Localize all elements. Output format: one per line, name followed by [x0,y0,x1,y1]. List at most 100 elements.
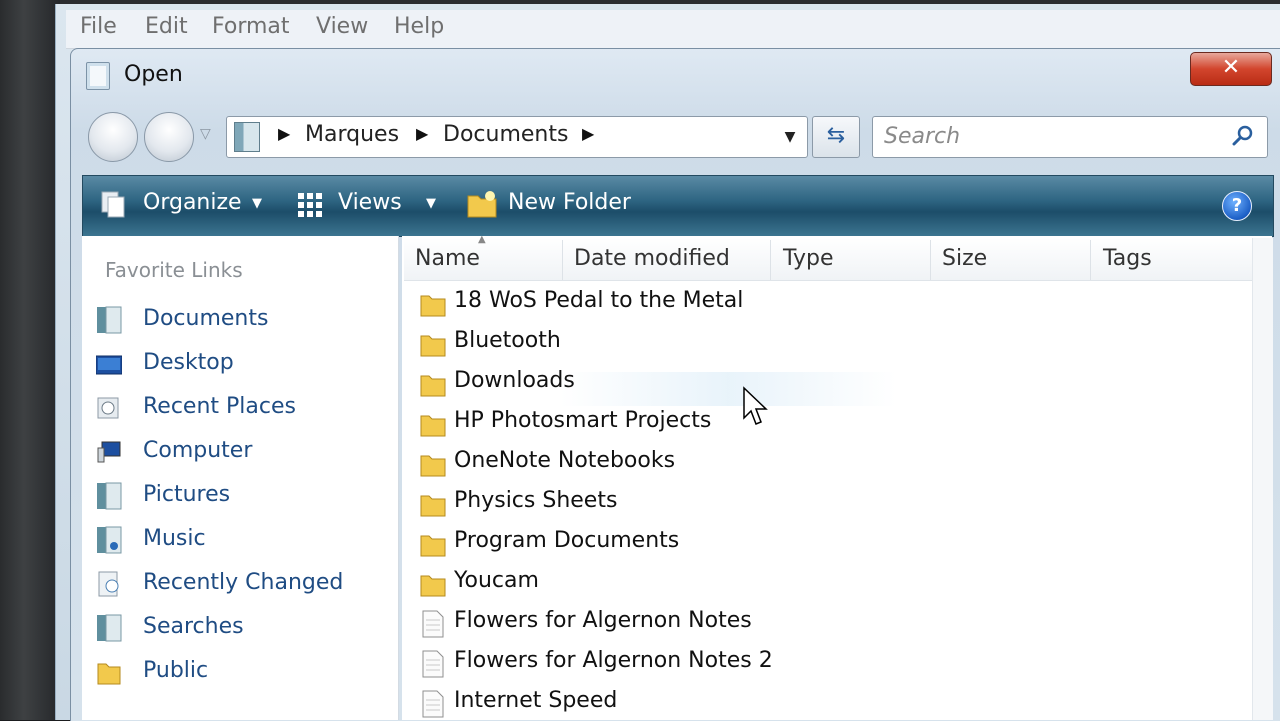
sidebar-item-label: Documents [143,306,269,331]
file-name: Flowers for Algernon Notes [454,608,752,633]
libraries-icon [234,122,260,152]
folder-icon [420,455,446,477]
file-name: 18 WoS Pedal to the Metal [454,288,744,313]
desktop-edge [0,0,60,720]
column-divider[interactable] [562,240,563,280]
music-icon [97,526,122,554]
column-header-type[interactable]: Type [783,246,834,271]
folder-icon [420,335,446,357]
list-item[interactable]: Flowers for Algernon Notes 2 [420,644,1180,684]
recent-pages-chevron-icon[interactable]: ▽ [200,126,211,142]
help-icon[interactable]: ? [1222,191,1252,221]
folder-icon [420,535,446,557]
sidebar-item-computer[interactable]: Computer [96,434,386,470]
computer-icon [97,441,121,463]
list-item[interactable]: HP Photosmart Projects [420,404,1180,444]
list-item[interactable]: Internet Speed [420,684,1180,720]
file-name: Bluetooth [454,328,561,353]
organize-button[interactable]: Organize [143,190,242,215]
text-document-icon [422,610,444,638]
column-header-date-modified[interactable]: Date modified [574,246,730,271]
views-chevron-icon[interactable]: ▼ [426,196,436,211]
sidebar-item-documents[interactable]: Documents [96,302,386,338]
breadcrumb-documents[interactable]: Documents [443,122,568,147]
search-input[interactable]: Search [884,124,960,149]
sidebar-item-desktop[interactable]: Desktop [96,346,386,382]
breadcrumb-marques[interactable]: Marques [305,122,399,147]
list-item[interactable]: Physics Sheets [420,484,1180,524]
new-folder-icon[interactable] [466,188,498,220]
breadcrumb-arrow-icon[interactable]: ▶ [416,124,428,143]
list-item[interactable]: Bluetooth [420,324,1180,364]
file-name: Flowers for Algernon Notes 2 [454,648,773,673]
list-item[interactable]: 18 WoS Pedal to the Metal [420,284,1180,324]
breadcrumb-arrow-icon[interactable]: ▶ [278,124,290,143]
sidebar-item-searches[interactable]: Searches [96,610,386,646]
list-item[interactable]: Downloads [420,364,1180,404]
views-button[interactable]: Views [338,190,402,215]
column-divider[interactable] [930,240,931,280]
dialog-title: Open [124,62,183,87]
folder-icon [420,495,446,517]
text-document-icon [422,650,444,678]
column-header-name[interactable]: Name [415,246,480,271]
column-divider[interactable] [770,240,771,280]
sidebar-item-pictures[interactable]: Pictures [96,478,386,514]
recently-changed-icon [98,571,119,597]
new-folder-button[interactable]: New Folder [508,190,631,215]
scrollbar[interactable] [1252,238,1273,720]
recent-places-icon [97,397,119,419]
organize-icon[interactable] [100,190,130,220]
list-item[interactable]: Youcam [420,564,1180,604]
sidebar-item-recently-changed[interactable]: Recently Changed [96,566,386,602]
back-button[interactable] [88,112,138,162]
sort-ascending-icon: ▲ [478,234,486,245]
menu-help[interactable]: Help [394,14,444,39]
file-name: Youcam [454,568,539,593]
list-item[interactable]: Flowers for Algernon Notes [420,604,1180,644]
file-name: Downloads [454,368,575,393]
column-header-tags[interactable]: Tags [1103,246,1152,271]
column-divider[interactable] [1090,240,1091,280]
folder-icon [97,663,121,685]
sidebar-item-label: Recently Changed [143,570,344,595]
notepad-icon [86,62,110,90]
folder-icon [420,375,446,397]
organize-chevron-icon[interactable]: ▼ [252,196,262,211]
menu-format[interactable]: Format [212,14,290,39]
list-item[interactable]: Program Documents [420,524,1180,564]
sidebar-item-music[interactable]: Music [96,522,386,558]
folder-icon [420,295,446,317]
pictures-icon [97,482,122,510]
column-header-size[interactable]: Size [942,246,987,271]
folder-icon [420,415,446,437]
searches-icon [97,614,122,642]
sidebar-item-public[interactable]: Public [96,654,386,690]
refresh-button[interactable]: ⇆ [812,116,860,158]
file-name: OneNote Notebooks [454,448,676,473]
file-name: Program Documents [454,528,680,553]
breadcrumb-arrow-icon[interactable]: ▶ [582,124,594,143]
sidebar-item-label: Desktop [143,350,234,375]
sidebar-item-label: Music [143,526,206,551]
sidebar-item-label: Public [143,658,209,683]
file-name: Physics Sheets [454,488,618,513]
desktop-icon [96,355,122,375]
file-name: Internet Speed [454,688,618,713]
close-button[interactable]: ✕ [1190,52,1272,86]
mouse-cursor-icon [743,386,768,425]
sidebar-item-label: Searches [143,614,244,639]
sidebar-item-label: Pictures [143,482,231,507]
views-icon[interactable] [296,191,324,219]
address-dropdown-icon[interactable]: ▼ [775,118,805,156]
menu-edit[interactable]: Edit [145,14,188,39]
menu-file[interactable]: File [80,14,117,39]
list-item[interactable]: OneNote Notebooks [420,444,1180,484]
search-icon[interactable] [1232,124,1254,146]
text-document-icon [422,690,444,718]
forward-button[interactable] [144,112,194,162]
sidebar-item-label: Computer [143,438,253,463]
menu-view[interactable]: View [316,14,368,39]
documents-icon [97,306,122,334]
sidebar-item-recent-places[interactable]: Recent Places [96,390,386,426]
